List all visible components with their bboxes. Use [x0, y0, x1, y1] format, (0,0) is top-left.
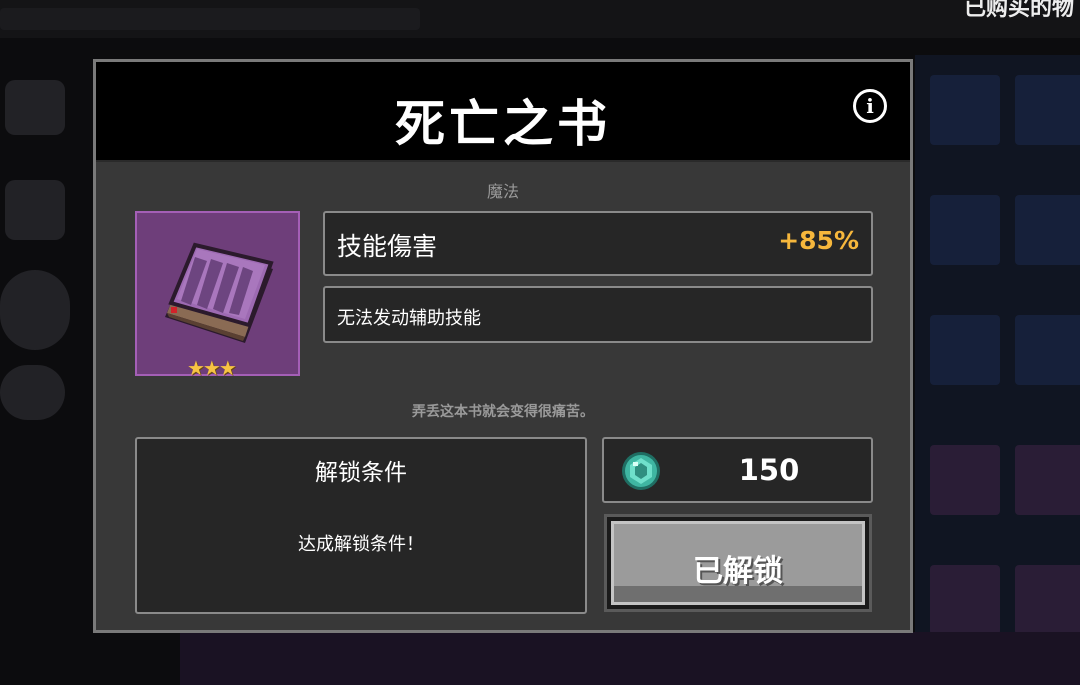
background-grid-cell	[930, 315, 1000, 385]
background-side-menu	[0, 70, 80, 450]
unlock-condition-title: 解锁条件	[315, 460, 407, 486]
stat-box: 技能傷害 +85%	[323, 211, 873, 276]
item-category: 魔法	[486, 182, 519, 201]
background-grid-cell	[930, 195, 1000, 265]
price-box: 150	[602, 437, 873, 503]
unlock-condition-description: 达成解锁条件！	[298, 534, 424, 555]
unlock-condition-box: 解锁条件 达成解锁条件！	[135, 437, 587, 614]
background-bar	[0, 8, 420, 30]
flavor-text: 弄丢这本书就会变得很痛苦。	[412, 404, 594, 420]
effect-text: 无法发动辅助技能	[337, 308, 481, 329]
rarity-stars: ★★★	[187, 356, 237, 380]
item-name-title: 死亡之书	[395, 95, 611, 153]
background-bottom-strip	[180, 632, 1080, 685]
info-icon[interactable]: i	[853, 89, 887, 123]
background-item-grid	[915, 55, 1080, 685]
background-top-bar	[0, 0, 1080, 38]
dialog-header: 死亡之书 i	[96, 62, 910, 162]
item-portrait: ★★★	[135, 211, 300, 380]
effect-box: 无法发动辅助技能	[323, 286, 873, 343]
price-amount: 150	[738, 453, 800, 487]
gem-icon	[622, 452, 660, 490]
unlocked-button-label: 已解锁	[693, 554, 783, 589]
item-detail-dialog: 死亡之书 i 魔法 ★★★ 技能傷害 +85% 无法发动辅助技能 弄丢这本书就会…	[93, 59, 913, 633]
stat-value: +85%	[778, 226, 859, 255]
background-grid-cell	[930, 565, 1000, 635]
background-grid-cell	[1015, 195, 1080, 265]
purple-spellbook-icon	[165, 242, 274, 343]
background-grid-cell	[930, 75, 1000, 145]
background-grid-cell	[930, 445, 1000, 515]
background-side-icon	[5, 180, 65, 240]
unlocked-button[interactable]: 已解锁	[604, 514, 872, 612]
background-top-right-text: 已购买的物	[963, 0, 1074, 21]
background-grid-cell	[1015, 75, 1080, 145]
background-grid-cell	[1015, 565, 1080, 635]
background-side-icon	[0, 270, 70, 350]
background-side-icon	[0, 365, 65, 420]
background-grid-cell	[1015, 445, 1080, 515]
stat-label: 技能傷害	[337, 232, 438, 261]
unlocked-button-face: 已解锁	[611, 521, 865, 605]
background-side-icon	[5, 80, 65, 135]
background-grid-cell	[1015, 315, 1080, 385]
